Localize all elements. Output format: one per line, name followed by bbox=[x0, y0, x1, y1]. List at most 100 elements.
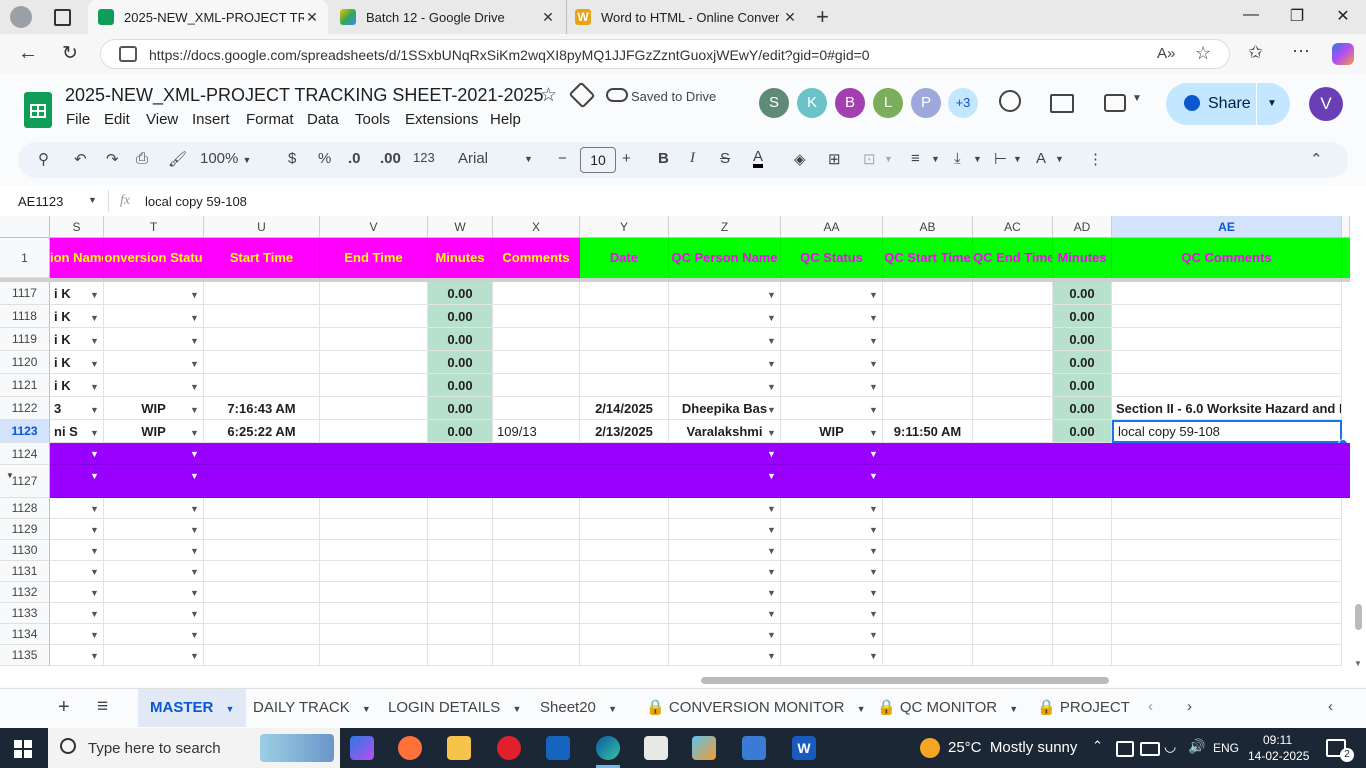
table-cell[interactable]: 0.00 bbox=[428, 397, 493, 420]
row-header[interactable]: 1130 bbox=[0, 540, 50, 561]
share-button[interactable]: Share ▼ bbox=[1166, 83, 1290, 125]
cell-dropdown-icon[interactable]: ▼ bbox=[869, 609, 878, 619]
side-panel-toggle-icon[interactable]: ‹ bbox=[1328, 698, 1333, 715]
column-header[interactable]: Y bbox=[580, 216, 669, 238]
table-cell[interactable] bbox=[204, 603, 320, 624]
column-header[interactable]: S bbox=[50, 216, 104, 238]
back-icon[interactable]: ← bbox=[18, 42, 38, 65]
table-cell[interactable] bbox=[973, 282, 1053, 305]
show-hidden-icons[interactable]: ⌃ bbox=[1092, 738, 1103, 754]
increase-font-size-icon[interactable]: + bbox=[622, 150, 631, 167]
column-header[interactable]: V bbox=[320, 216, 428, 238]
table-cell[interactable] bbox=[1112, 351, 1342, 374]
cell-dropdown-icon[interactable]: ▼ bbox=[90, 336, 99, 346]
cell-dropdown-icon[interactable]: ▼ bbox=[190, 609, 199, 619]
table-cell[interactable] bbox=[204, 305, 320, 328]
table-cell[interactable] bbox=[104, 282, 204, 305]
header-cell[interactable]: Comments bbox=[493, 238, 580, 278]
table-cell[interactable] bbox=[204, 624, 320, 645]
purple-row[interactable] bbox=[50, 465, 1350, 498]
table-cell[interactable] bbox=[1053, 645, 1112, 666]
table-cell[interactable]: 9:11:50 AM bbox=[883, 420, 973, 443]
table-cell[interactable] bbox=[973, 397, 1053, 420]
window-close-icon[interactable]: ✕ bbox=[1328, 6, 1358, 26]
cell-dropdown-icon[interactable]: ▼ bbox=[90, 651, 99, 661]
browser-tab-sheets[interactable]: 2025-NEW_XML-PROJECT TRACKI... ✕ bbox=[88, 0, 328, 34]
borders-icon[interactable]: ⊞ bbox=[828, 150, 841, 168]
table-cell[interactable] bbox=[1112, 540, 1342, 561]
cell-dropdown-icon[interactable]: ▼ bbox=[190, 546, 199, 556]
cell-dropdown-icon[interactable]: ▼ bbox=[869, 504, 878, 514]
table-cell[interactable] bbox=[1053, 603, 1112, 624]
table-cell[interactable]: Section II - 6.0 Worksite Hazard and P bbox=[1112, 397, 1342, 420]
table-cell[interactable] bbox=[580, 603, 669, 624]
cell-dropdown-icon[interactable]: ▼ bbox=[869, 471, 878, 481]
menu-view[interactable]: View bbox=[146, 111, 178, 128]
header-cell[interactable]: Start Time bbox=[204, 238, 320, 278]
cell-dropdown-icon[interactable]: ▼ bbox=[869, 567, 878, 577]
cell-dropdown-icon[interactable]: ▼ bbox=[869, 405, 878, 415]
increase-decimal-button[interactable]: .00 bbox=[380, 150, 401, 167]
table-cell[interactable] bbox=[883, 561, 973, 582]
cell-dropdown-icon[interactable]: ▼ bbox=[190, 525, 199, 535]
table-cell[interactable]: 0.00 bbox=[1053, 282, 1112, 305]
browser-tab-drive[interactable]: Batch 12 - Google Drive ✕ bbox=[330, 0, 564, 34]
table-cell[interactable] bbox=[104, 624, 204, 645]
cell-dropdown-icon[interactable]: ▼ bbox=[90, 313, 99, 323]
table-cell[interactable] bbox=[781, 397, 883, 420]
table-cell[interactable] bbox=[428, 540, 493, 561]
table-cell[interactable] bbox=[320, 624, 428, 645]
table-cell[interactable] bbox=[580, 561, 669, 582]
version-history-icon[interactable] bbox=[999, 90, 1021, 112]
table-cell[interactable]: 6:25:22 AM bbox=[204, 420, 320, 443]
decrease-decimal-button[interactable]: .0 bbox=[348, 150, 361, 167]
table-cell[interactable] bbox=[493, 374, 580, 397]
table-cell[interactable]: WIP bbox=[104, 397, 204, 420]
table-cell[interactable] bbox=[320, 582, 428, 603]
close-tab-icon[interactable]: ✕ bbox=[540, 9, 556, 26]
table-cell[interactable]: 0.00 bbox=[428, 328, 493, 351]
remote-desktop-icon[interactable] bbox=[742, 736, 766, 760]
collapse-menus-icon[interactable]: ⌃ bbox=[1310, 150, 1323, 168]
start-icon[interactable] bbox=[14, 740, 32, 758]
tray-icon[interactable] bbox=[1116, 741, 1134, 757]
cell-dropdown-icon[interactable]: ▼ bbox=[869, 449, 878, 459]
table-cell[interactable] bbox=[669, 282, 781, 305]
table-cell[interactable] bbox=[493, 351, 580, 374]
taskbar-search[interactable]: Type here to search bbox=[48, 728, 340, 768]
clock-date[interactable]: 14-02-2025 bbox=[1248, 749, 1309, 763]
column-header[interactable]: AB bbox=[883, 216, 973, 238]
table-cell[interactable] bbox=[493, 305, 580, 328]
table-cell[interactable] bbox=[973, 519, 1053, 540]
copilot-icon[interactable] bbox=[1332, 43, 1354, 65]
table-cell[interactable] bbox=[320, 305, 428, 328]
table-cell[interactable] bbox=[781, 282, 883, 305]
cell-dropdown-icon[interactable]: ▼ bbox=[869, 359, 878, 369]
table-cell[interactable] bbox=[973, 645, 1053, 666]
table-cell[interactable] bbox=[669, 498, 781, 519]
font-size-field[interactable]: 10 bbox=[580, 147, 616, 173]
cell-dropdown-icon[interactable]: ▼ bbox=[90, 449, 99, 459]
cell-dropdown-icon[interactable]: ▼ bbox=[190, 504, 199, 514]
cell-dropdown-icon[interactable]: ▼ bbox=[869, 382, 878, 392]
cell-dropdown-icon[interactable]: ▼ bbox=[190, 449, 199, 459]
font-dropdown-icon[interactable]: ▼ bbox=[524, 154, 533, 164]
table-cell[interactable] bbox=[781, 561, 883, 582]
table-cell[interactable] bbox=[781, 305, 883, 328]
table-cell[interactable] bbox=[973, 624, 1053, 645]
row-header[interactable]: 1120 bbox=[0, 351, 50, 374]
header-cell[interactable]: End Time bbox=[320, 238, 428, 278]
sheet-tab-dropdown-icon[interactable]: ▼ bbox=[362, 704, 371, 714]
table-cell[interactable] bbox=[320, 351, 428, 374]
merge-cells-icon[interactable]: ⊡ bbox=[863, 150, 876, 168]
menu-help[interactable]: Help bbox=[490, 111, 521, 128]
currency-format-button[interactable]: $ bbox=[288, 150, 296, 167]
print-icon[interactable]: ⎙ bbox=[136, 150, 148, 167]
table-cell[interactable]: 0.00 bbox=[428, 305, 493, 328]
cell-dropdown-icon[interactable]: ▼ bbox=[869, 546, 878, 556]
number-format-button[interactable]: 123 bbox=[413, 150, 435, 165]
cell-dropdown-icon[interactable]: ▼ bbox=[869, 428, 878, 438]
share-dropdown-icon[interactable]: ▼ bbox=[1267, 98, 1277, 109]
table-cell[interactable]: Varalakshmi bbox=[669, 420, 781, 443]
table-cell[interactable] bbox=[104, 498, 204, 519]
